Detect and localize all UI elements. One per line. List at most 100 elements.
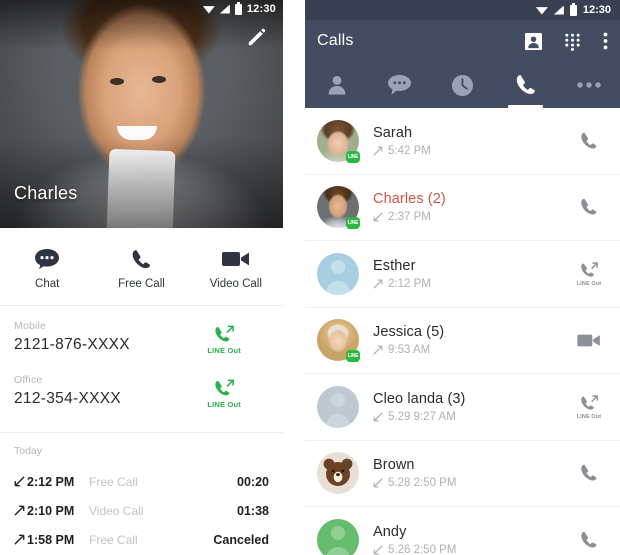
phone-number-row[interactable]: Office 212-354-XXXX LINE Out [14, 374, 269, 428]
video-call-button[interactable] [572, 333, 606, 348]
call-item-meta: 5.29 9:27 AM [373, 411, 572, 423]
status-bar-clock: 12:30 [246, 3, 276, 15]
contact-hero-photo: 12:30 Charles [0, 0, 283, 228]
phone-icon [130, 247, 153, 271]
call-list-item[interactable]: LINE Jessica (5) 9:53 AM [305, 308, 620, 374]
tab-timeline[interactable] [431, 62, 494, 108]
call-contact-name: Esther [373, 257, 416, 274]
line-out-label: LINE Out [576, 280, 602, 287]
calls-list-panel: 12:30 Calls LINE Sarah 5:42 PM LINE Char… [305, 0, 620, 555]
avatar-body [326, 413, 350, 428]
call-history-type: Video Call [89, 503, 144, 518]
tab-friends[interactable] [305, 62, 368, 108]
call-contact-name: Andy [373, 523, 407, 540]
call-history-type: Free Call [89, 474, 138, 489]
call-history-time: 1:58 PM [27, 532, 75, 547]
line-out-call-button[interactable]: LINE Out [572, 261, 606, 287]
call-timestamp: 5.28 2:50 PM [388, 477, 457, 490]
call-history-duration: 01:38 [237, 503, 269, 518]
chat-action-button[interactable]: Chat [0, 247, 94, 290]
incoming-call-arrow-icon [373, 478, 383, 488]
call-list-item[interactable]: Andy 5.26 2:50 PM [305, 507, 620, 555]
line-out-call-button[interactable]: LINE Out [572, 394, 606, 420]
app-bar: Calls [305, 20, 620, 62]
call-list-item[interactable]: LINE Charles (2) 2:37 PM [305, 175, 620, 241]
clock-icon [451, 74, 474, 96]
phone-icon [581, 465, 597, 481]
call-list-item[interactable]: Esther 2:12 PM LINE Out [305, 241, 620, 308]
video-call-action-button[interactable]: Video Call [189, 247, 283, 290]
chat-bubble-icon [388, 74, 411, 95]
call-item-meta: 2:37 PM [373, 211, 572, 223]
call-back-button[interactable] [572, 530, 606, 550]
call-list-item[interactable]: Brown 5.28 2:50 PM [305, 441, 620, 507]
call-history-row: 1:58 PM Free Call Canceled [14, 525, 269, 554]
call-item-meta: 5.26 2:50 PM [373, 544, 572, 555]
chat-action-label: Chat [35, 278, 60, 290]
tab-chats[interactable] [368, 62, 431, 108]
tab-bar [305, 62, 620, 108]
call-item-text: Cleo landa (3) 5.29 9:27 AM [359, 391, 572, 423]
page-title: Calls [317, 32, 354, 49]
call-item-text: Charles (2) 2:37 PM [359, 191, 572, 223]
line-out-button-office[interactable]: LINE Out [207, 378, 241, 409]
line-out-label: LINE Out [207, 400, 241, 409]
call-timestamp: 5:42 PM [388, 144, 431, 157]
contact-card-icon[interactable] [525, 32, 542, 50]
call-contact-name: Jessica (5) [373, 324, 445, 341]
wifi-icon [202, 6, 215, 14]
bear-icon [323, 458, 353, 487]
call-history-type: Free Call [89, 532, 138, 547]
lineout-phone-icon [581, 395, 598, 410]
call-back-button[interactable] [572, 197, 606, 217]
avatar-body [326, 280, 350, 295]
call-back-button[interactable] [572, 131, 606, 151]
call-list-item[interactable]: LINE Sarah 5:42 PM [305, 108, 620, 175]
call-history-row: 2:12 PM Free Call 00:20 [14, 467, 269, 496]
call-item-meta: 5:42 PM [373, 145, 572, 157]
tab-calls[interactable] [494, 62, 557, 108]
contact-name-overlay: Charles [14, 183, 78, 203]
avatar [317, 452, 359, 495]
line-badge-icon: LINE [346, 350, 360, 363]
dialpad-icon[interactable] [564, 33, 581, 51]
overflow-menu-icon[interactable] [603, 32, 608, 50]
lineout-phone-icon [215, 325, 235, 342]
phone-number-row[interactable]: Mobile 2121-876-XXXX LINE Out [14, 320, 269, 374]
avatar [317, 252, 359, 295]
free-call-action-button[interactable]: Free Call [94, 247, 188, 290]
avatar: LINE [317, 119, 360, 163]
phone-icon [581, 531, 597, 548]
phone-icon [581, 199, 597, 215]
avatar-body [326, 546, 350, 555]
line-out-label: LINE Out [207, 346, 241, 355]
phone-icon [516, 75, 535, 95]
chat-bubble-icon [34, 247, 60, 271]
incoming-call-arrow-icon [14, 476, 27, 487]
lineout-phone-icon [215, 379, 235, 396]
avatar-head [331, 392, 345, 407]
edit-contact-button[interactable] [245, 26, 267, 48]
call-item-text: Andy 5.26 2:50 PM [359, 524, 572, 555]
avatar: LINE [317, 186, 360, 230]
wifi-icon [535, 7, 548, 15]
call-timestamp: 2:37 PM [388, 211, 431, 224]
call-timestamp: 9:53 AM [388, 344, 431, 357]
call-back-button[interactable] [572, 463, 606, 483]
placeholder-avatar [317, 518, 359, 555]
line-out-button-mobile[interactable]: LINE Out [207, 324, 241, 355]
pencil-icon [248, 28, 266, 46]
call-history-section: Today 2:12 PM Free Call 00:20 2:10 PM Vi… [0, 433, 283, 554]
bear-avatar [317, 452, 359, 495]
call-contact-name: Cleo landa (3) [373, 390, 466, 407]
call-list-item[interactable]: Cleo landa (3) 5.29 9:27 AM LINE Out [305, 374, 620, 441]
call-item-meta: 2:12 PM [373, 278, 572, 290]
call-log-list[interactable]: LINE Sarah 5:42 PM LINE Charles (2) 2:37… [305, 108, 620, 555]
contact-profile-panel: 12:30 Charles Chat Free Call Video Call … [0, 0, 283, 555]
placeholder-avatar [317, 385, 359, 428]
incoming-call-arrow-icon [373, 212, 383, 222]
video-camera-icon [577, 334, 600, 347]
left-status-bar: 12:30 [0, 0, 283, 18]
tab-more[interactable] [557, 62, 620, 108]
avatar [317, 385, 359, 428]
